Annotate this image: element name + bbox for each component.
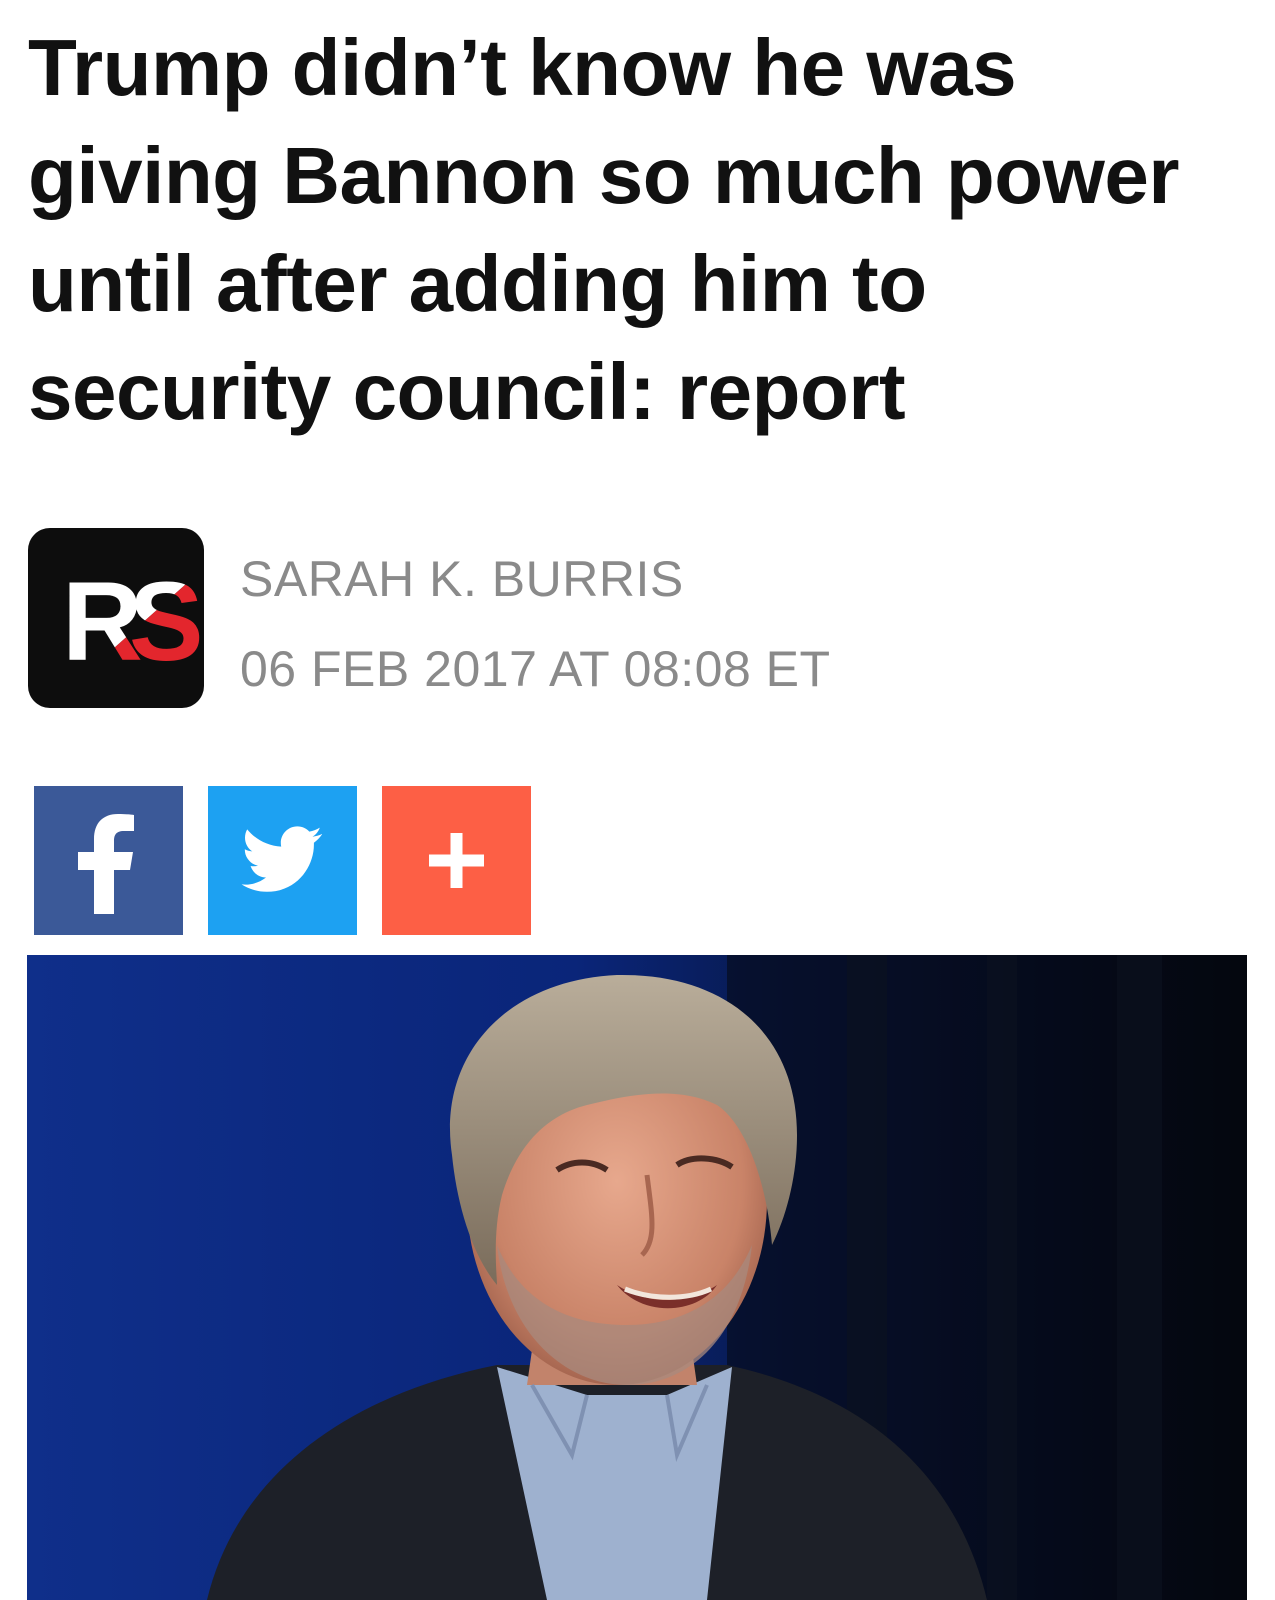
publish-timestamp: 06 FEB 2017 AT 08:08 ET (240, 641, 831, 697)
article-hero-photo[interactable] (27, 955, 1247, 1600)
plus-icon (429, 833, 484, 888)
rs-logo-icon: RS RS (62, 559, 204, 684)
portrait-illustration (27, 955, 1247, 1600)
facebook-share-button[interactable] (34, 786, 183, 935)
share-bar (34, 786, 531, 935)
twitter-bird-icon (241, 826, 323, 892)
twitter-share-button[interactable] (208, 786, 357, 935)
more-share-button[interactable] (382, 786, 531, 935)
facebook-icon (78, 814, 134, 914)
article-headline: Trump didn’t know he was giving Bannon s… (28, 23, 1180, 436)
author-name[interactable]: SARAH K. BURRIS (240, 534, 831, 624)
article-meta: SARAH K. BURRIS 06 FEB 2017 AT 08:08 ET (240, 534, 831, 714)
publisher-logo[interactable]: RS RS (28, 528, 204, 708)
